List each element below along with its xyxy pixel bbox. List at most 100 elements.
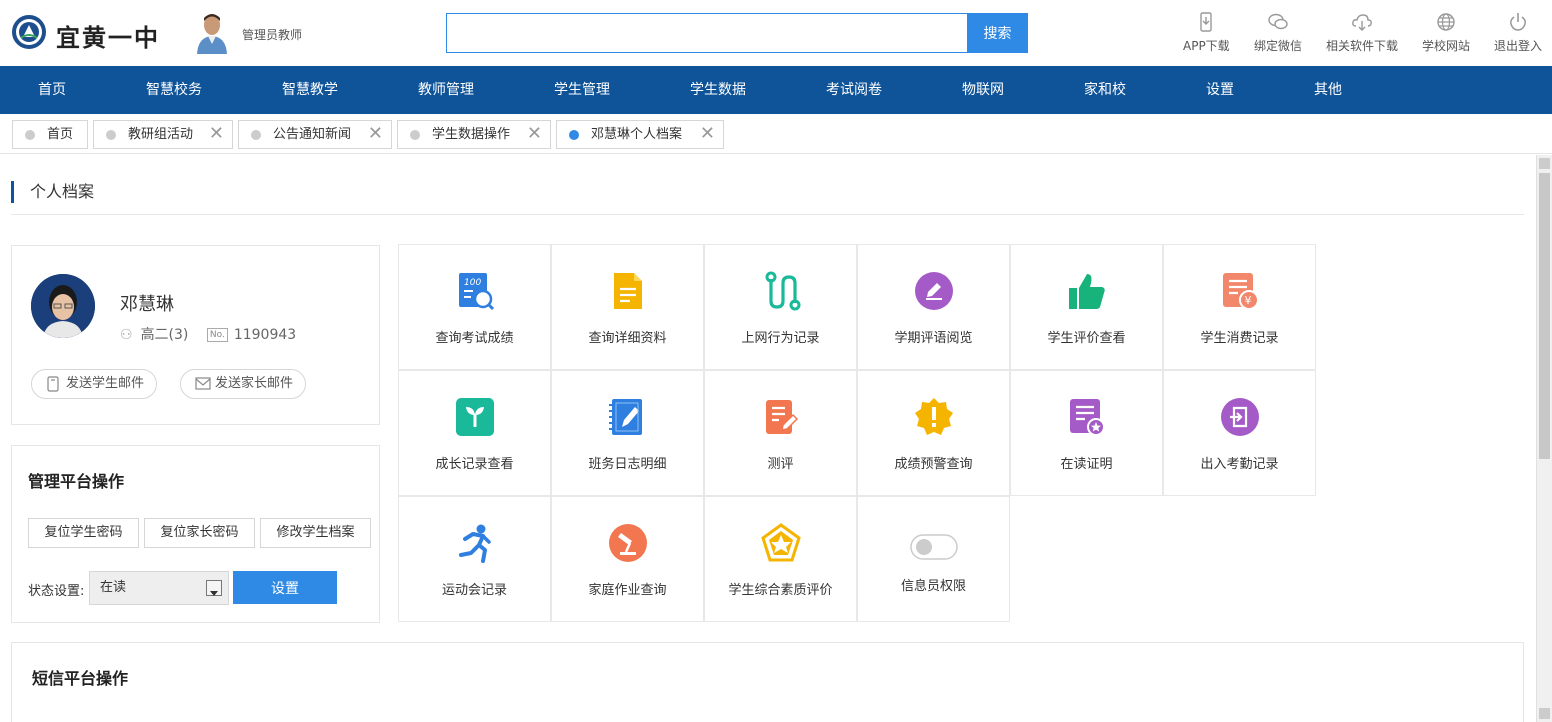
warning-badge-icon: [915, 398, 953, 435]
function-label: 家庭作业查询: [588, 583, 667, 598]
reset-student-password-button[interactable]: 复位学生密码: [28, 518, 139, 548]
set-status-button[interactable]: 设置: [233, 571, 337, 604]
tab-announcements[interactable]: 公告通知新闻 ✕: [238, 120, 392, 149]
close-icon[interactable]: ✕: [700, 120, 715, 147]
scroll-up-arrow-icon[interactable]: [1539, 158, 1550, 169]
school-logo-icon[interactable]: [12, 15, 46, 49]
function-sports-meet[interactable]: 运动会记录: [398, 496, 551, 622]
tab-student-profile[interactable]: 邓慧琳个人档案 ✕: [556, 120, 724, 149]
exam-score-icon: 100: [459, 273, 495, 311]
tab-student-data-ops[interactable]: 学生数据操作 ✕: [397, 120, 551, 149]
function-exam-score[interactable]: 100 查询考试成绩: [398, 244, 551, 370]
tab-label: 学生数据操作: [432, 127, 511, 142]
student-avatar: [31, 274, 95, 338]
function-label: 学生评价查看: [1047, 331, 1126, 346]
function-label: 班务日志明细: [588, 457, 667, 472]
thumbs-up-icon: [1069, 274, 1105, 309]
nav-item-iot[interactable]: 物联网: [962, 66, 1004, 114]
nav-item-student-management[interactable]: 学生管理: [554, 66, 610, 114]
edit-student-profile-button[interactable]: 修改学生档案: [260, 518, 371, 548]
admin-avatar[interactable]: [194, 12, 230, 54]
send-parent-mail-button[interactable]: 发送家长邮件: [180, 369, 307, 399]
nav-item-home-school[interactable]: 家和校: [1084, 66, 1126, 114]
close-icon[interactable]: ✕: [527, 120, 542, 147]
function-label: 学生消费记录: [1200, 331, 1279, 346]
function-label: 信息员权限: [900, 579, 966, 594]
function-growth-record[interactable]: 成长记录查看: [398, 370, 551, 496]
sprout-icon: [456, 398, 494, 436]
function-label: 出入考勤记录: [1200, 457, 1279, 472]
function-student-evaluation[interactable]: 学生评价查看: [1010, 244, 1163, 370]
function-internet-behavior[interactable]: 上网行为记录: [704, 244, 857, 370]
function-class-log[interactable]: 班务日志明细: [551, 370, 704, 496]
function-grade-warning[interactable]: 成绩预警查询: [857, 370, 1010, 496]
function-consumption-record[interactable]: ¥ 学生消费记录: [1163, 244, 1316, 370]
logout-button[interactable]: 退出登入: [1494, 12, 1542, 54]
toggle-icon[interactable]: [910, 533, 958, 561]
open-tabs-bar: 首页 教研组活动 ✕ 公告通知新闻 ✕ 学生数据操作 ✕ 邓慧琳个人档案 ✕: [0, 114, 1552, 154]
reset-parent-password-button[interactable]: 复位家长密码: [144, 518, 255, 548]
nav-item-other[interactable]: 其他: [1314, 66, 1342, 114]
checklist-pen-icon: [766, 400, 799, 434]
tab-status-dot: [25, 130, 35, 140]
function-detail-info[interactable]: 查询详细资料: [551, 244, 704, 370]
tab-status-dot: [106, 130, 116, 140]
tab-label: 教研组活动: [128, 127, 194, 142]
function-term-comments[interactable]: 学期评语阅览: [857, 244, 1010, 370]
scroll-thumb[interactable]: [1539, 173, 1550, 459]
power-icon: [1510, 13, 1526, 31]
page-title: 个人档案: [11, 181, 94, 203]
tab-home[interactable]: 首页: [12, 120, 88, 149]
globe-icon: [1437, 13, 1455, 31]
nav-item-settings[interactable]: 设置: [1206, 66, 1234, 114]
function-label: 运动会记录: [441, 583, 507, 598]
function-enrollment-certificate[interactable]: 在读证明: [1010, 370, 1163, 496]
close-icon[interactable]: ✕: [368, 120, 383, 147]
class-icon: ⚇: [120, 327, 133, 343]
send-student-mail-label: 发送学生邮件: [66, 376, 145, 391]
cloud-download-icon: [1352, 14, 1372, 31]
tab-status-dot: [410, 130, 420, 140]
school-website-button[interactable]: 学校网站: [1422, 12, 1470, 54]
function-attendance-record[interactable]: 出入考勤记录: [1163, 370, 1316, 496]
function-homework[interactable]: 家庭作业查询: [551, 496, 704, 622]
nav-item-student-data[interactable]: 学生数据: [690, 66, 746, 114]
tab-label: 邓慧琳个人档案: [591, 127, 683, 142]
status-label: 状态设置:: [28, 584, 85, 599]
close-icon[interactable]: ✕: [209, 120, 224, 147]
app-download-label: APP下载: [1183, 39, 1230, 53]
phone-download-icon: [1200, 12, 1213, 32]
app-download-button[interactable]: APP下载: [1183, 12, 1230, 54]
nav-item-teacher-management[interactable]: 教师管理: [418, 66, 474, 114]
function-assessment[interactable]: 测评: [704, 370, 857, 496]
page-scrollbar[interactable]: [1536, 155, 1552, 722]
nav-item-home[interactable]: 首页: [38, 66, 66, 114]
function-comprehensive-quality[interactable]: 学生综合素质评价: [704, 496, 857, 622]
main-content: 个人档案 邓慧琳 ⚇ 高二(3) No. 1190943 发送学生邮件 发送家长邮件: [0, 155, 1536, 722]
status-select[interactable]: 在读: [89, 571, 229, 605]
send-student-mail-button[interactable]: 发送学生邮件: [31, 369, 158, 399]
student-name: 邓慧琳: [120, 294, 174, 315]
student-profile-card: 邓慧琳 ⚇ 高二(3) No. 1190943 发送学生邮件 发送家长邮件: [11, 245, 380, 425]
nav-item-exam-marking[interactable]: 考试阅卷: [826, 66, 882, 114]
envelope-icon: [195, 377, 211, 390]
svg-text:100: 100: [464, 278, 481, 288]
search-button[interactable]: 搜索: [967, 13, 1028, 53]
search-input[interactable]: [446, 13, 968, 53]
bind-wechat-button[interactable]: 绑定微信: [1254, 12, 1302, 54]
status-value: 在读: [100, 580, 127, 595]
tab-status-dot: [569, 130, 579, 140]
tab-research-activity[interactable]: 教研组活动 ✕: [93, 120, 233, 149]
tab-status-dot: [251, 130, 261, 140]
function-info-officer-permission[interactable]: 信息员权限: [857, 496, 1010, 622]
main-nav: 首页 智慧校务 智慧教学 教师管理 学生管理 学生数据 考试阅卷 物联网 家和校…: [0, 66, 1552, 114]
nav-item-smart-teaching[interactable]: 智慧教学: [282, 66, 338, 114]
notebook-icon: [609, 399, 642, 435]
logout-label: 退出登入: [1494, 39, 1543, 53]
scroll-down-arrow-icon[interactable]: [1539, 708, 1550, 719]
phone-mail-icon: [47, 376, 59, 392]
certificate-icon: [1070, 399, 1105, 436]
nav-item-smart-affairs[interactable]: 智慧校务: [146, 66, 202, 114]
software-download-button[interactable]: 相关软件下载: [1326, 12, 1398, 54]
student-meta: ⚇ 高二(3) No. 1190943: [120, 324, 296, 344]
